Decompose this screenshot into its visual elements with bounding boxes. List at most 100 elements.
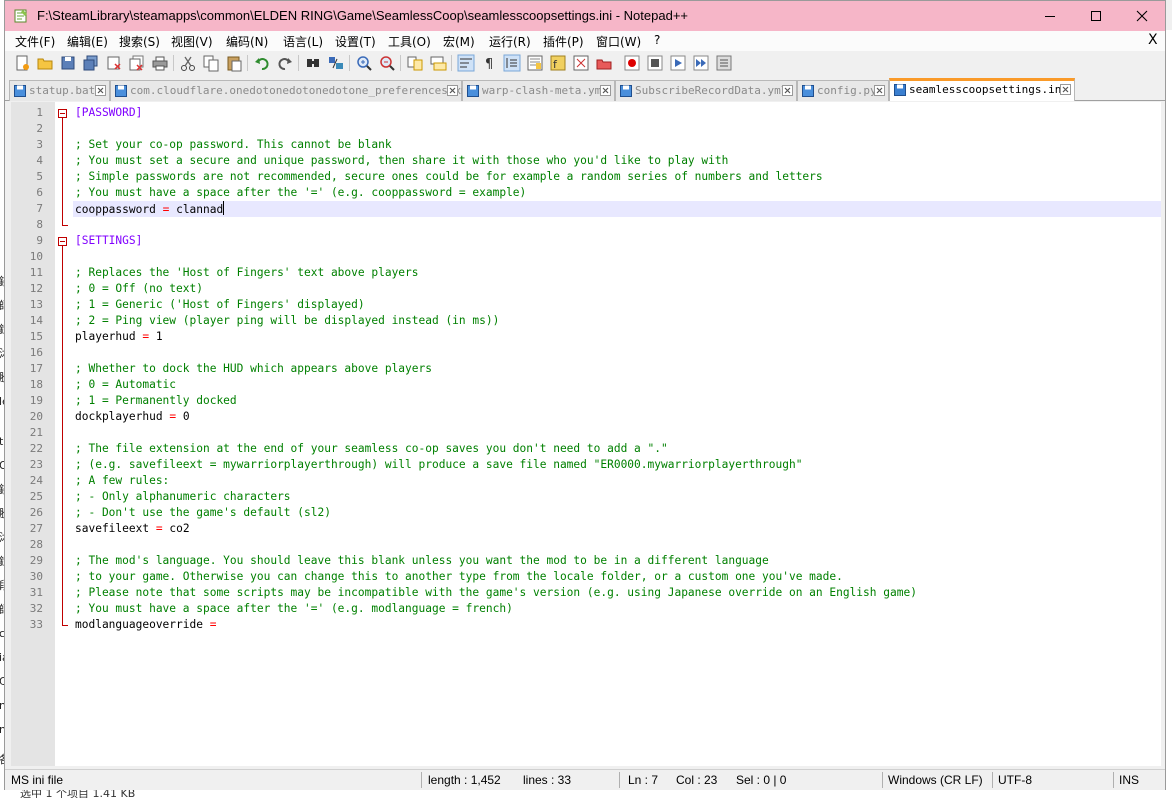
replace-button[interactable] [327,54,345,72]
fold-toggle-icon[interactable] [58,109,67,118]
code-line[interactable]: ; Simple passwords are not recommended, … [73,169,1161,185]
editor-area[interactable]: 1 2 3 4 5 6 7 8 9 10 11 12 13 14 15 16 17 18 19 20 21 22 23 24 2… [11,102,1161,766]
menu-item[interactable]: 编辑(E) [67,33,108,50]
tab-1[interactable]: statup.bat [9,80,110,101]
close-button[interactable] [105,54,123,72]
show-all-characters-button[interactable]: ¶ [480,54,498,72]
tab-2[interactable]: com.cloudflare.onedotonedotonedotone_pre… [110,80,474,101]
code-line[interactable]: dockplayerhud = 0 [73,409,1161,425]
code-line[interactable]: [PASSWORD] [73,105,1161,121]
tab-4[interactable]: SubscribeRecordData.yml [615,80,797,101]
open-file-button[interactable] [36,54,54,72]
save-button[interactable] [59,54,77,72]
word-wrap-button[interactable] [457,54,475,72]
tab-close-icon[interactable] [782,85,793,96]
save-macro-button[interactable] [715,54,733,72]
code-line[interactable]: ; A few rules: [73,473,1161,489]
zoom-out-button[interactable] [378,54,396,72]
code-line[interactable]: ; - Only alphanumeric characters [73,489,1161,505]
code-line[interactable]: ; The mod's language. You should leave t… [73,553,1161,569]
paste-button[interactable] [225,54,243,72]
play-macro-button[interactable] [669,54,687,72]
code-line[interactable] [73,121,1161,137]
menu-item[interactable]: 运行(R) [489,33,531,50]
code-line[interactable]: ; You must have a space after the '=' (e… [73,185,1161,201]
code-line[interactable]: ; Set your co-op password. This cannot b… [73,137,1161,153]
code-line[interactable]: ; (e.g. savefileext = mywarriorplayerthr… [73,457,1161,473]
code-line[interactable]: ; 2 = Ping view (player ping will be dis… [73,313,1161,329]
code-line[interactable]: ; 0 = Automatic [73,377,1161,393]
cut-button[interactable] [179,54,197,72]
paste-icon [227,56,242,72]
stop-macro-button[interactable] [646,54,664,72]
code-line[interactable] [73,425,1161,441]
code-line[interactable]: ; The file extension at the end of your … [73,441,1161,457]
tab-5[interactable]: config.py [797,80,889,101]
code-line[interactable]: ; Replaces the 'Host of Fingers' text ab… [73,265,1161,281]
close-button[interactable] [1119,1,1165,31]
menu-item[interactable]: 工具(O) [388,33,431,50]
code-line[interactable] [73,249,1161,265]
code-line[interactable]: ; 1 = Permanently docked [73,393,1161,409]
code-line[interactable]: [SETTINGS] [73,233,1161,249]
record-macro-button[interactable] [623,54,641,72]
monitoring-button[interactable] [595,54,613,72]
run-macro-multiple-button[interactable] [692,54,710,72]
menu-item[interactable]: 编码(N) [226,33,268,50]
save-all-button[interactable] [82,54,100,72]
menu-item[interactable]: 视图(V) [171,33,213,50]
menu-item[interactable]: 语言(L) [283,33,323,50]
document-map-button[interactable] [526,54,544,72]
redo-button[interactable] [276,54,294,72]
function-list-button[interactable]: f [549,54,567,72]
horizontal-scrollbar[interactable] [11,766,1161,768]
title-bar[interactable]: F:\SteamLibrary\steamapps\common\ELDEN R… [5,1,1165,31]
new-file-button[interactable] [13,54,31,72]
tab-6[interactable]: seamlesscoopsettings.ini [889,78,1075,101]
sync-vertical-button[interactable] [406,54,424,72]
code-line[interactable]: ; 0 = Off (no text) [73,281,1161,297]
maximize-button[interactable] [1073,1,1119,31]
undo-button[interactable] [253,54,271,72]
tab-close-icon[interactable] [874,85,885,96]
menu-item[interactable]: 窗口(W) [596,33,641,50]
menu-item[interactable]: 文件(F) [15,33,55,50]
folder-as-workspace-button[interactable] [572,54,590,72]
code-line[interactable]: ; You must set a secure and unique passw… [73,153,1161,169]
tab-close-icon[interactable] [95,85,106,96]
menu-item[interactable]: 设置(T) [335,33,376,50]
fold-toggle-icon[interactable] [58,237,67,246]
copy-button[interactable] [202,54,220,72]
code-line[interactable] [73,345,1161,361]
tab-close-icon[interactable] [600,85,611,96]
code-line[interactable]: ; - Don't use the game's default (sl2) [73,505,1161,521]
zoom-in-button[interactable] [355,54,373,72]
fold-margin[interactable] [55,102,73,766]
close-all-button[interactable] [128,54,146,72]
print-button[interactable] [151,54,169,72]
indent-guide-button[interactable] [503,54,521,72]
code-line[interactable]: ; Please note that some scripts may be i… [73,585,1161,601]
tab-close-icon[interactable] [447,85,458,96]
menu-item[interactable]: 宏(M) [443,33,475,50]
menu-item[interactable]: 搜索(S) [119,33,160,50]
tab-3[interactable]: warp-clash-meta.yml [462,80,615,101]
code-line[interactable]: modlanguageoverride = [73,617,1161,633]
code-line[interactable]: ; 1 = Generic ('Host of Fingers' display… [73,297,1161,313]
code-line[interactable]: ; to your game. Otherwise you can change… [73,569,1161,585]
code-line[interactable] [73,217,1161,233]
code-line[interactable]: playerhud = 1 [73,329,1161,345]
find-button[interactable] [304,54,322,72]
code-line[interactable]: savefileext = co2 [73,521,1161,537]
minimize-button[interactable] [1027,1,1073,31]
close-document-button[interactable]: X [1148,32,1158,48]
code-area[interactable]: [PASSWORD] ; Set your co-op password. Thi… [73,102,1161,766]
code-line[interactable] [73,537,1161,553]
tab-close-icon[interactable] [1060,84,1071,95]
code-line[interactable]: ; You must have a space after the '=' (e… [73,601,1161,617]
code-line[interactable]: cooppassword = clannad [73,201,1161,217]
code-line[interactable]: ; Whether to dock the HUD which appears … [73,361,1161,377]
menu-item[interactable]: ? [654,33,660,47]
sync-horizontal-button[interactable] [429,54,447,72]
menu-item[interactable]: 插件(P) [543,33,584,50]
